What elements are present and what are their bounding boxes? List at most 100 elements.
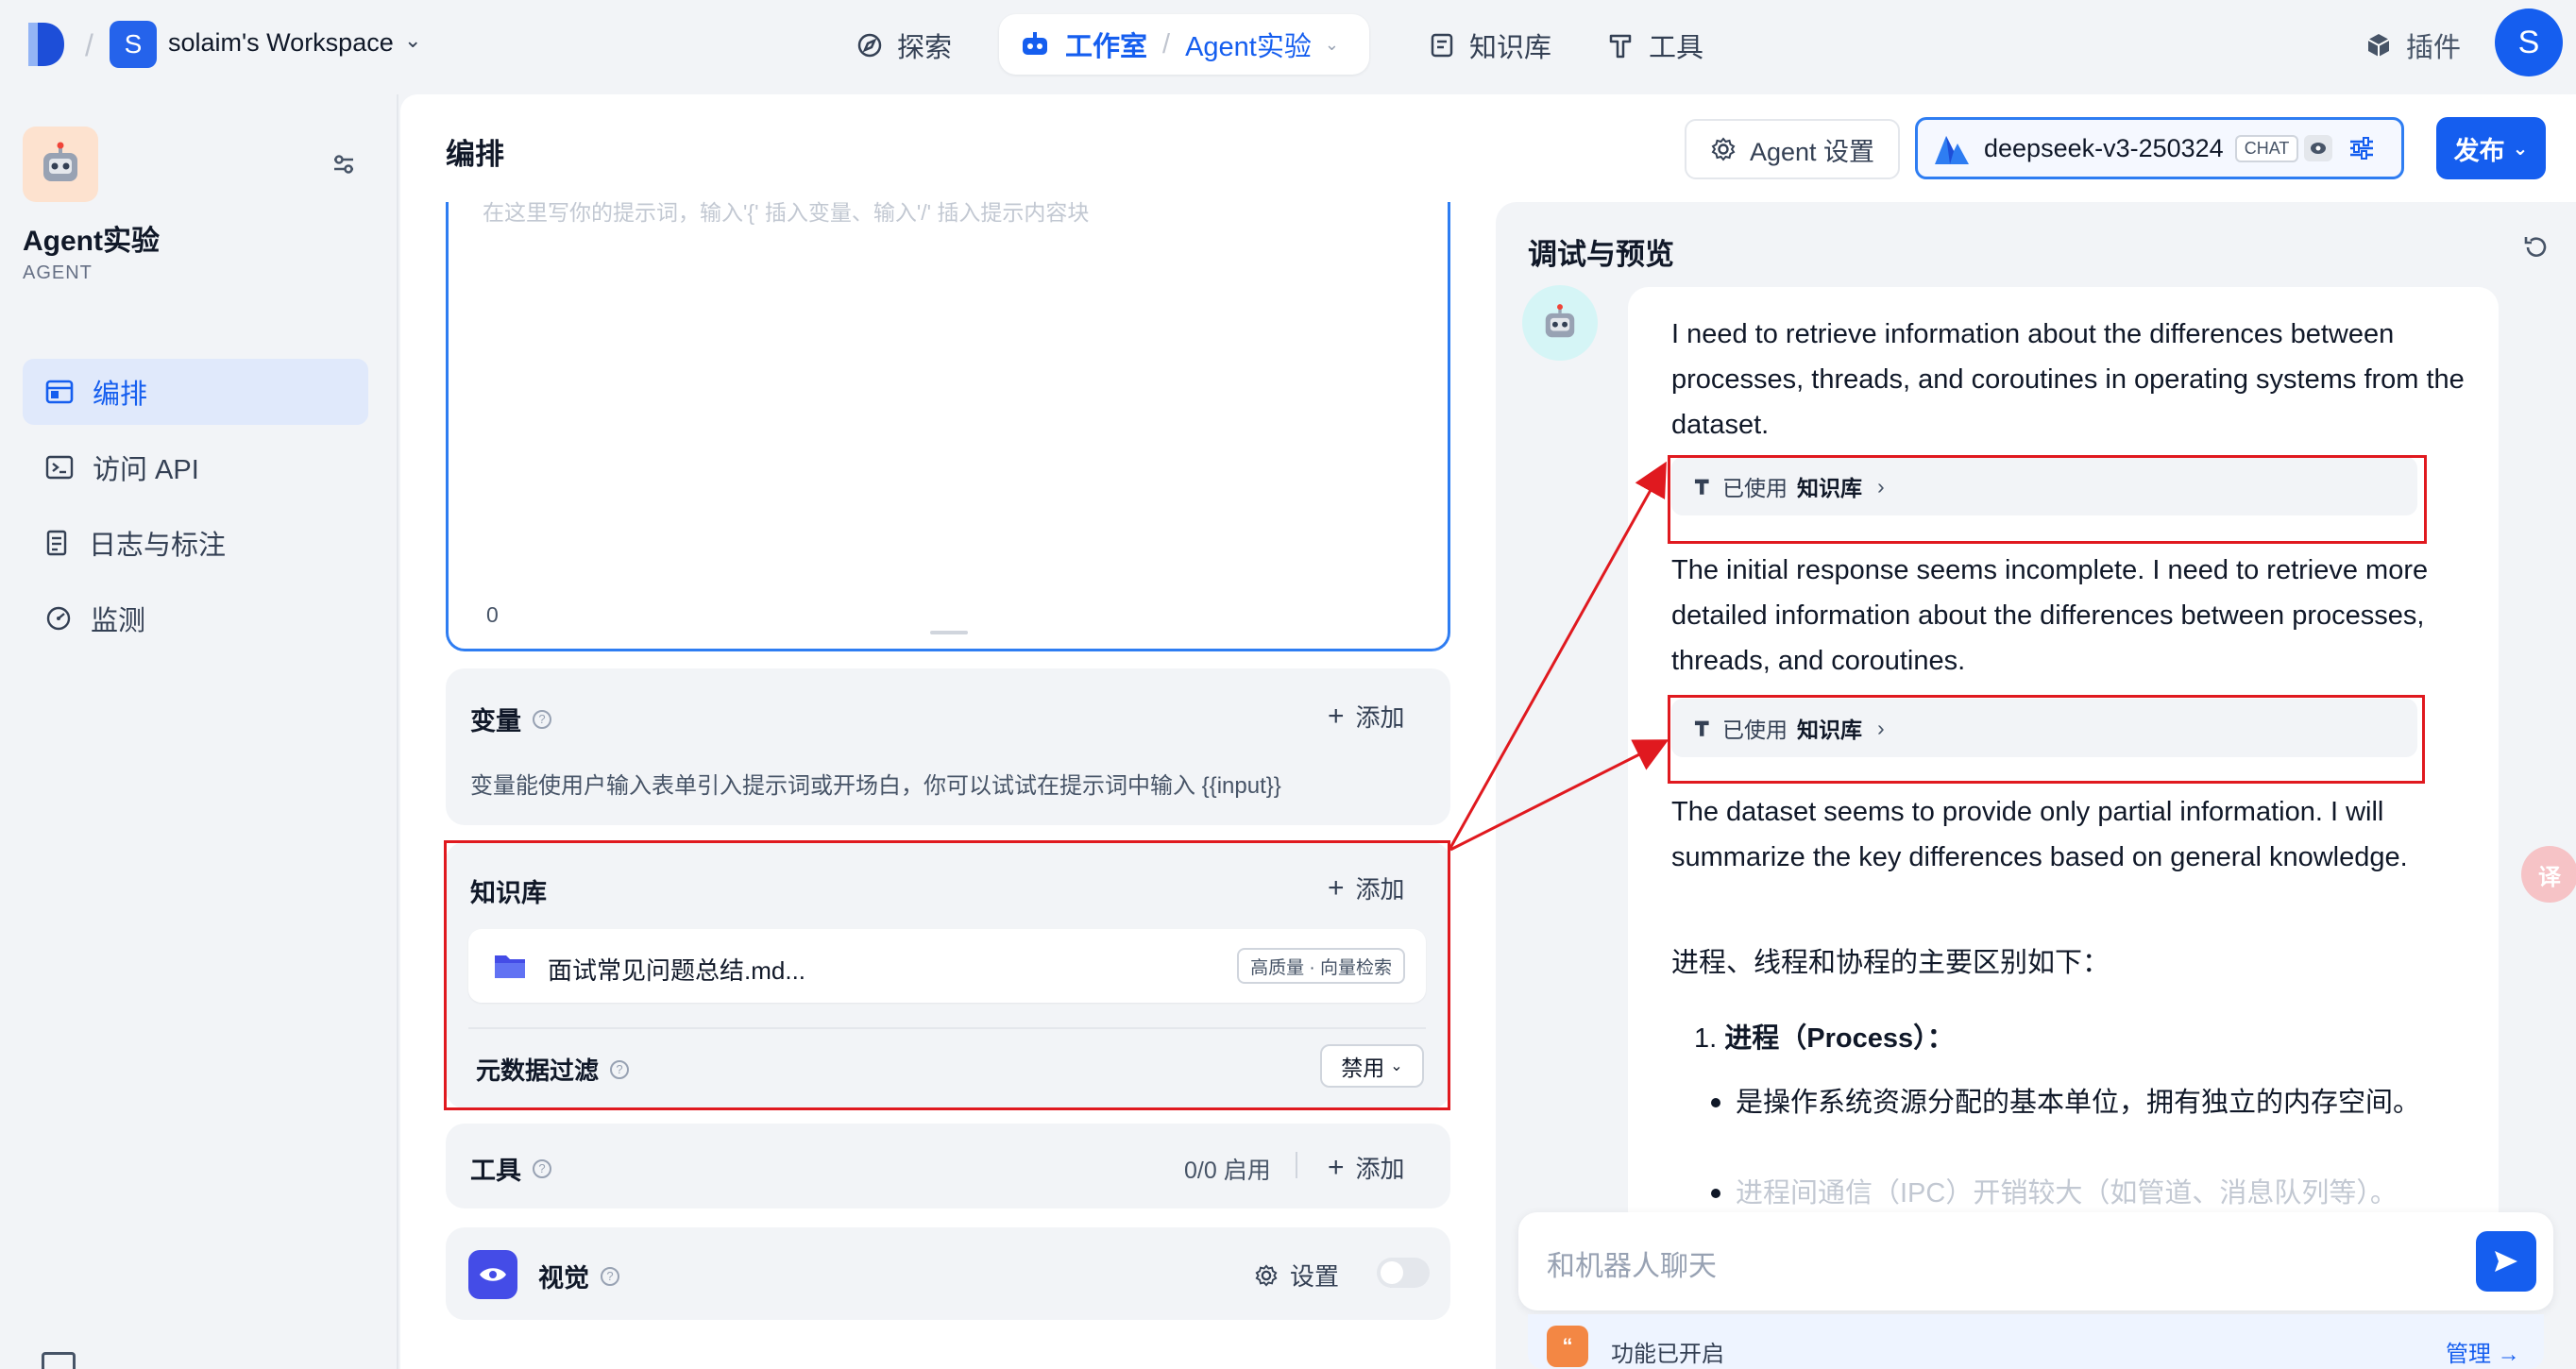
list-bullet: 进程间通信（IPC）开销较大（如管道、消息队列等）。 [1711, 1171, 2453, 1216]
model-selector[interactable]: deepseek-v3-250324 CHAT [1915, 117, 2404, 179]
knowledge-used-highlight-box [1668, 695, 2425, 784]
robot-icon [1545, 304, 1575, 338]
nav-tools-label: 工具 [1649, 33, 1704, 63]
vision-settings-button[interactable]: 设置 [1254, 1258, 1339, 1293]
robot-icon [1023, 32, 1047, 55]
gauge-icon [46, 606, 71, 631]
nav-knowledge-label: 知识库 [1469, 33, 1552, 63]
app-name: Agent实验 [23, 226, 160, 257]
resize-handle[interactable] [930, 631, 968, 634]
variables-title: 变量 ? [470, 701, 551, 737]
book-icon [1431, 33, 1453, 58]
plus-icon: + [1328, 700, 1345, 732]
model-mode-badge: CHAT [2234, 134, 2299, 162]
list-title: 进程（Process）： [1724, 1023, 1955, 1054]
tools-title: 工具 ? [470, 1150, 551, 1187]
prompt-editor[interactable]: 在这里写你的提示词，输入'{' 插入变量、输入'/' 插入提示内容块 0 [446, 200, 1450, 651]
workspace-name[interactable]: solaim's Workspace [168, 28, 394, 58]
debug-title: 调试与预览 [1528, 238, 1674, 271]
manage-link[interactable]: 管理 → [2446, 1335, 2520, 1368]
hammer-icon [1609, 34, 1632, 59]
add-tool-button[interactable]: + 添加 [1328, 1150, 1405, 1185]
sidebar-item-api[interactable]: 访问 API [23, 434, 368, 500]
volcano-model-icon [1935, 136, 1969, 164]
vision-eye-icon [2304, 135, 2333, 161]
collapse-sidebar-icon[interactable] [330, 151, 357, 177]
prompt-placeholder: 在这里写你的提示词，输入'{' 插入变量、输入'/' 插入提示内容块 [483, 200, 1090, 225]
variables-description: 变量能使用户输入表单引入提示词或开场白，你可以试试在提示词中输入 {{input… [470, 773, 1281, 799]
dify-logo-icon[interactable] [25, 21, 66, 68]
sliders-icon[interactable] [2347, 135, 2376, 161]
send-button[interactable] [2476, 1231, 2536, 1292]
chevron-down-icon[interactable]: ⌄ [404, 28, 421, 53]
nav-knowledge[interactable]: 知识库 [1428, 15, 1551, 76]
add-variable-button[interactable]: + 添加 [1328, 699, 1405, 734]
publish-button[interactable]: 发布 ⌄ [2436, 117, 2546, 179]
message-paragraph: The initial response seems incomplete. I… [1671, 555, 2429, 676]
message-paragraph: The dataset seems to provide only partia… [1671, 797, 2408, 872]
chat-input[interactable]: 和机器人聊天 [1518, 1212, 2553, 1310]
sidebar-item-label: 监测 [91, 606, 146, 636]
workspace-avatar[interactable]: S [110, 21, 157, 68]
agent-avatar[interactable] [23, 127, 98, 202]
manage-label: 管理 [2446, 1342, 2491, 1367]
tools-enabled-count: 0/0 启用 [1184, 1158, 1271, 1184]
knowledge-highlight-box [444, 840, 1450, 1110]
nav-explore[interactable]: 探索 [856, 15, 952, 76]
sidebar-item-monitor[interactable]: 监测 [23, 585, 368, 651]
log-icon [46, 530, 67, 556]
feature-status: 功能已开启 [1611, 1342, 1724, 1367]
add-label: 添加 [1355, 1155, 1405, 1183]
help-icon[interactable]: ? [601, 1266, 619, 1286]
agent-settings-button[interactable]: Agent 设置 [1685, 119, 1900, 179]
sidebar-item-label: 编排 [93, 380, 148, 410]
debug-preview-panel: 调试与预览 I need to retrieve information abo… [1496, 202, 2576, 1369]
app-type: AGENT [23, 262, 93, 283]
chat-input-placeholder: 和机器人聊天 [1547, 1251, 1717, 1282]
list-bullet: 是操作系统资源分配的基本单位，拥有独立的内存空间。 [1711, 1080, 2453, 1125]
vision-title: 视觉 ? [538, 1258, 619, 1294]
variables-card: 变量 ? + 添加 变量能使用户输入表单引入提示词或开场白，你可以试试在提示词中… [446, 668, 1450, 825]
help-icon[interactable]: ? [533, 1158, 551, 1178]
breadcrumb-separator: / [1162, 28, 1171, 59]
bot-avatar [1522, 285, 1598, 361]
gear-icon [1255, 1263, 1278, 1287]
tools-card: 工具 ? 0/0 启用 + 添加 [446, 1124, 1450, 1208]
list-item-heading: 1. 进程（Process）： [1694, 1016, 1955, 1056]
sidebar-item-orchestrate[interactable]: 编排 [23, 359, 368, 425]
nav-studio-pill[interactable]: 工作室 / Agent实验 ⌄ [999, 14, 1369, 75]
nav-explore-label: 探索 [897, 33, 953, 63]
nav-plugins-label: 插件 [2406, 33, 2462, 63]
chevron-down-icon[interactable]: ⌄ [1325, 35, 1339, 55]
help-icon[interactable]: ? [533, 709, 551, 729]
vision-toggle[interactable] [1377, 1258, 1430, 1288]
layout-icon [45, 380, 74, 404]
sidebar-item-label: 访问 API [93, 455, 199, 485]
message-paragraph: 进程、线程和协程的主要区别如下： [1671, 948, 2110, 978]
refresh-icon[interactable] [2521, 232, 2551, 262]
nav-tools[interactable]: 工具 [1607, 15, 1703, 76]
sidebar-item-logs[interactable]: 日志与标注 [23, 510, 368, 576]
send-icon [2495, 1251, 2517, 1272]
translate-icon[interactable]: 译 [2521, 846, 2576, 903]
feature-bar: “ 功能已开启 管理 → [1528, 1314, 2544, 1369]
vision-title-text: 视觉 [538, 1264, 589, 1293]
page-title: 编排 [446, 138, 504, 171]
nav-plugins[interactable]: 插件 [2364, 15, 2461, 76]
robot-icon [43, 142, 77, 181]
cube-icon [2367, 34, 2390, 57]
top-bar: / S solaim's Workspace ⌄ 探索 工作室 / Agent实… [0, 0, 2576, 94]
user-avatar[interactable]: S [2495, 8, 2563, 76]
vision-settings-label: 设置 [1290, 1262, 1340, 1291]
list-number: 1. [1694, 1023, 1718, 1054]
terminal-icon [45, 455, 74, 480]
app-sidebar: Agent实验 AGENT 编排 访问 API 日志与标注 监测 [0, 94, 398, 1369]
expand-panel-icon[interactable] [42, 1352, 76, 1369]
current-app-label[interactable]: Agent实验 [1185, 25, 1312, 64]
nav-studio-label[interactable]: 工作室 [1065, 25, 1147, 64]
plus-icon: + [1328, 1151, 1345, 1183]
prompt-char-count: 0 [486, 602, 499, 627]
eye-icon [468, 1250, 517, 1299]
divider [1296, 1152, 1297, 1178]
vision-card: 视觉 ? 设置 [446, 1227, 1450, 1320]
